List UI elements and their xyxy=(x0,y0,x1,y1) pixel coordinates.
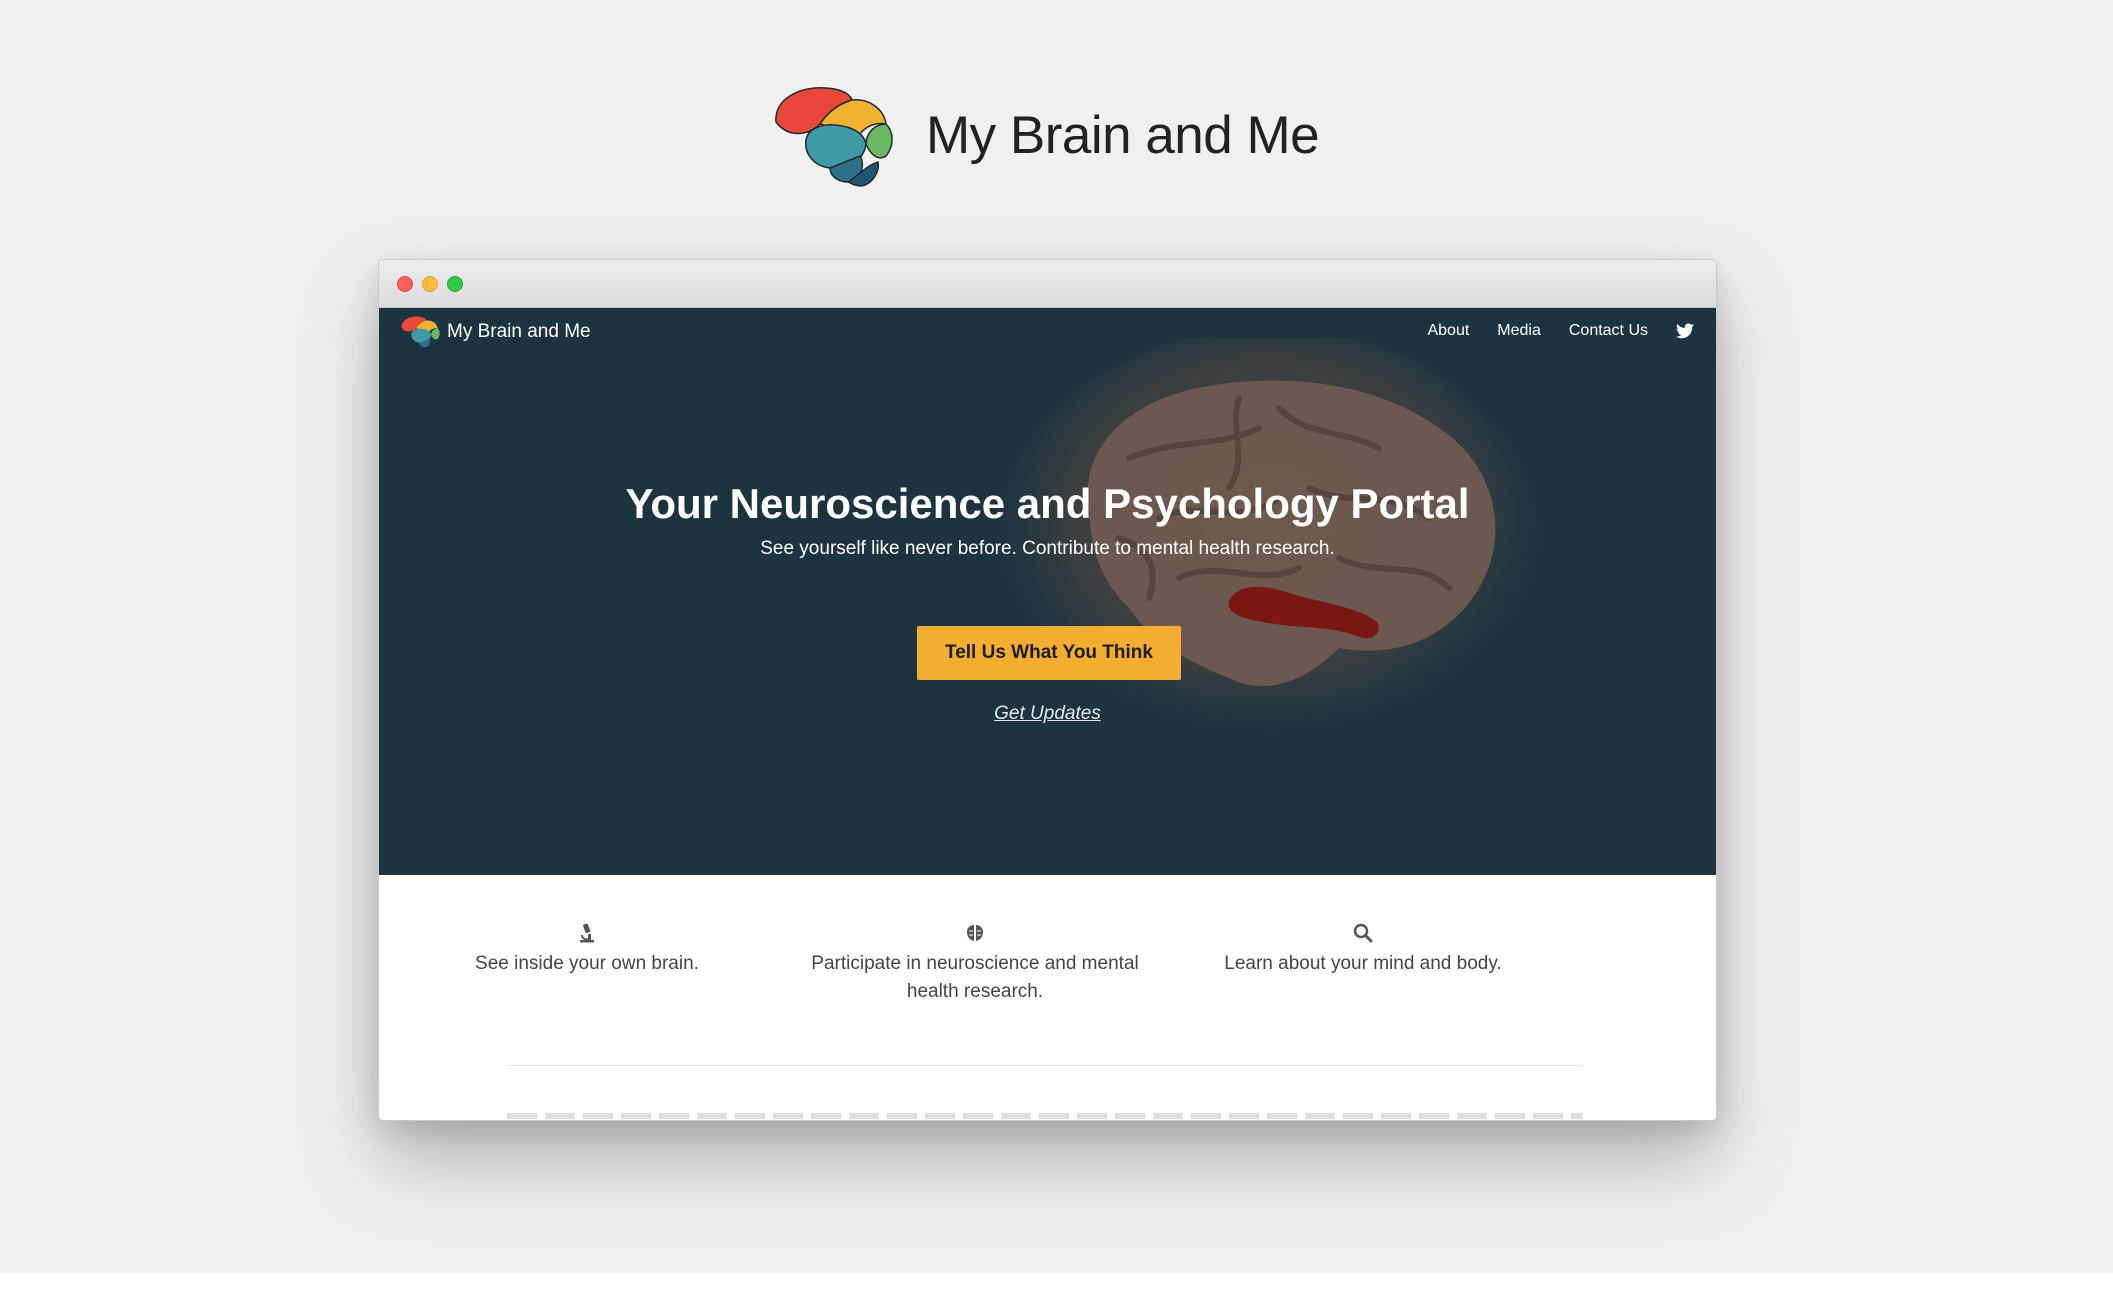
close-window-button[interactable] xyxy=(397,276,413,292)
minimize-window-button[interactable] xyxy=(422,276,438,292)
tell-us-what-you-think-button[interactable]: Tell Us What You Think xyxy=(917,626,1181,680)
hero-section: My Brain and Me About Media Contact Us Y… xyxy=(379,308,1716,875)
brain-logo-icon xyxy=(775,87,893,187)
top-navbar: My Brain and Me About Media Contact Us xyxy=(379,308,1716,360)
brain-logo-icon xyxy=(401,316,440,348)
browser-titlebar xyxy=(379,260,1716,308)
nav-links: About Media Contact Us xyxy=(1399,322,1694,340)
feature-text: Participate in neuroscience and mental h… xyxy=(811,953,1139,1002)
maximize-window-button[interactable] xyxy=(447,276,463,292)
features-section: See inside your own brain. Participate i… xyxy=(379,875,1716,1120)
nav-link-contact-us[interactable]: Contact Us xyxy=(1569,322,1648,340)
nav-link-media[interactable]: Media xyxy=(1497,322,1541,340)
feature-text: Learn about your mind and body. xyxy=(1224,953,1502,974)
feature-learn: Learn about your mind and body. xyxy=(1173,922,1553,978)
microscope-icon xyxy=(580,923,594,943)
browser-window: My Brain and Me About Media Contact Us Y… xyxy=(378,259,1717,1121)
feature-text: See inside your own brain. xyxy=(475,953,699,974)
hero-title: Your Neuroscience and Psychology Portal xyxy=(625,480,1470,527)
nav-brand-title: My Brain and Me xyxy=(447,321,591,342)
brain-icon xyxy=(967,925,983,941)
twitter-icon[interactable] xyxy=(1676,323,1694,339)
search-icon xyxy=(1353,923,1373,943)
brand-header: My Brain and Me xyxy=(768,80,1320,190)
hero-subtitle: See yourself like never before. Contribu… xyxy=(760,538,1335,559)
feature-see-inside: See inside your own brain. xyxy=(397,922,777,978)
feature-participate: Participate in neuroscience and mental h… xyxy=(785,922,1165,1006)
get-updates-wrapper: Get Updates xyxy=(379,703,1716,725)
nav-brand[interactable]: My Brain and Me xyxy=(399,314,591,350)
section-divider xyxy=(507,1065,1583,1066)
nav-link-about[interactable]: About xyxy=(1427,322,1469,340)
get-updates-link[interactable]: Get Updates xyxy=(994,703,1101,724)
brand-title: My Brain and Me xyxy=(926,105,1320,165)
faded-text-line xyxy=(507,1113,1583,1119)
